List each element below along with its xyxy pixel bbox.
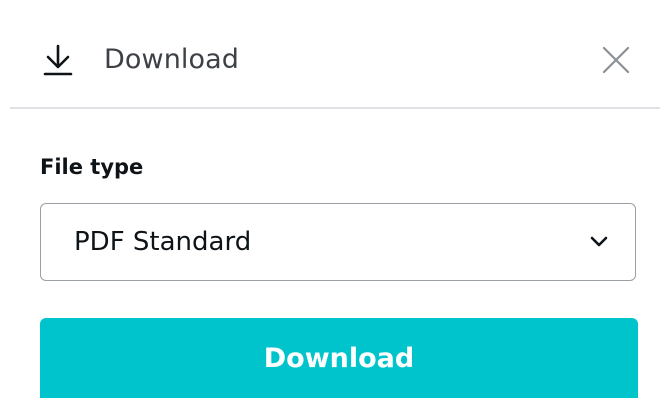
header-divider [10, 107, 660, 109]
chevron-down-icon [589, 232, 609, 252]
file-type-value: PDF Standard [74, 227, 252, 257]
panel-header: Download [0, 0, 660, 108]
file-type-label: File type [40, 155, 144, 179]
download-button-label: Download [263, 343, 415, 374]
file-type-select[interactable]: PDF Standard [40, 203, 636, 281]
download-button[interactable]: Download [40, 318, 638, 398]
close-icon[interactable] [600, 44, 632, 76]
download-panel: Download File type PDF Standard Download [0, 0, 660, 398]
panel-title: Download [104, 44, 240, 75]
download-icon [40, 42, 76, 78]
